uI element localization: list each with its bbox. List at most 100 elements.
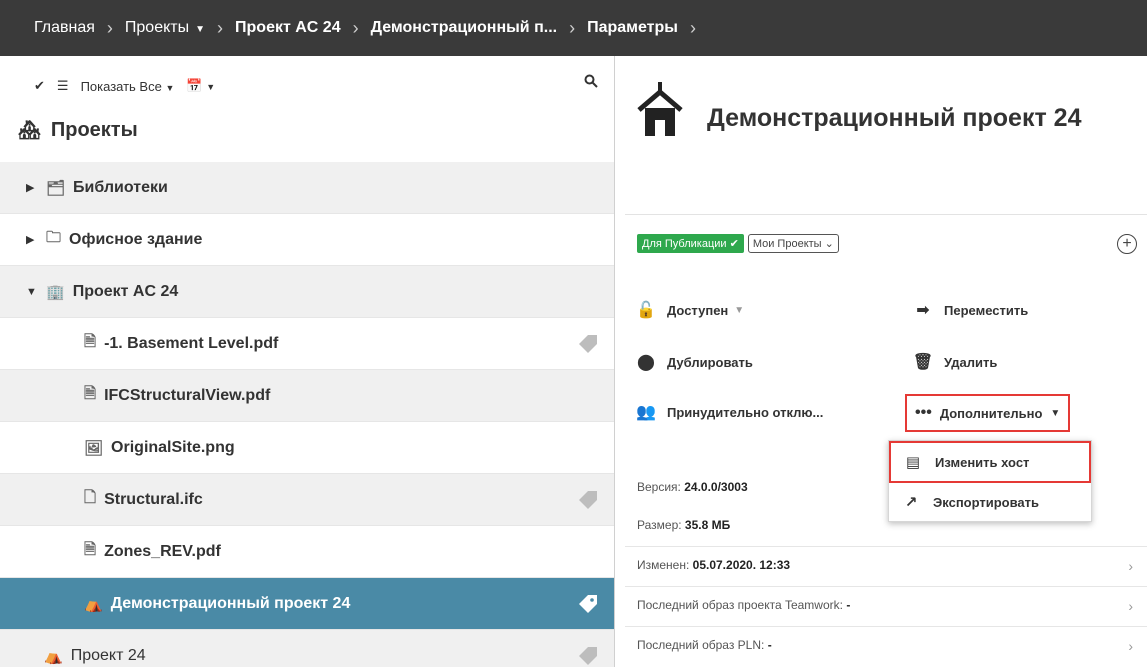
breadcrumb-separator: › <box>106 17 113 38</box>
unlock-icon: 🔓 <box>636 302 656 319</box>
caret-down-icon: ▼ <box>165 82 175 93</box>
add-tag-button[interactable]: + <box>1117 234 1137 254</box>
trash-icon: 🗑 <box>912 354 934 371</box>
tree-row-demo-selected[interactable]: ⛺ Демонстрационный проект 24 <box>0 578 614 630</box>
server-icon: ▤ <box>905 454 921 471</box>
tree-row-file[interactable]: 🗋 Structural.ifc <box>0 474 614 526</box>
menu-item-export[interactable]: ↗ Экспортировать <box>889 483 1091 521</box>
tag-icon[interactable] <box>578 646 598 666</box>
tree-row-project24[interactable]: ⛺ Проект 24 <box>0 630 614 667</box>
tree-row-label: -1. Basement Level.pdf <box>104 334 279 352</box>
filter-chip[interactable]: Мои Проекты ⌄ <box>747 234 839 253</box>
modified-value: 05.07.2020. 12:33 <box>692 558 791 572</box>
show-all-filter[interactable]: Показать Все ▼ <box>81 79 175 94</box>
version-value: 24.0.0/3003 <box>684 480 748 494</box>
search-icon[interactable] <box>584 74 598 93</box>
size-info: Размер: 35.8 МБ <box>637 518 730 532</box>
caret-down-icon: ▼ <box>1050 407 1061 419</box>
menu-item-label: Экспортировать <box>933 494 1040 510</box>
check-icon[interactable]: ✔ <box>34 78 45 94</box>
library-folder-icon: 🗂 <box>46 179 66 197</box>
hut-icon: ⛺ <box>84 595 103 613</box>
tree-row-label: Проект 24 <box>70 646 146 664</box>
tree-row-label: Проект AC 24 <box>72 282 179 300</box>
tree-row-libraries[interactable]: ▶ 🗂 Библиотеки <box>0 162 614 214</box>
caret-down-icon: ▼ <box>206 82 216 92</box>
breadcrumb-params[interactable]: Параметры <box>587 19 678 37</box>
users-icon: 👥 <box>636 404 656 421</box>
projects-header-label: Проекты <box>50 118 138 141</box>
caret-down-icon: ▼ <box>734 304 745 316</box>
divider <box>625 586 1147 587</box>
tree-row-project-ac24[interactable]: ▼ 🏢 Проект AC 24 <box>0 266 614 318</box>
delete-button[interactable]: 🗑 Удалить <box>912 352 998 372</box>
arrow-right-icon: ➡ <box>916 302 930 319</box>
breadcrumb: Главная › Проекты ▼ › Проект AC 24 › Демо… <box>0 0 1147 56</box>
modified-info[interactable]: Изменен: 05.07.2020. 12:33 <box>637 558 1127 572</box>
tree-row-file[interactable]: 🖼 OriginalSite.png <box>0 422 614 474</box>
pln-label: Последний образ PLN: <box>637 638 765 652</box>
menu-item-change-host[interactable]: ▤ Изменить хост <box>889 441 1091 483</box>
tree-row-label: OriginalSite.png <box>111 438 235 456</box>
available-label: Доступен <box>667 302 729 318</box>
status-chip[interactable]: Для Публикации ✔ <box>637 234 744 253</box>
force-disconnect-button[interactable]: 👥 Принудительно отклю... <box>635 402 823 422</box>
tree-row-file[interactable]: 🗎 -1. Basement Level.pdf <box>0 318 614 370</box>
duplicate-button[interactable]: ⬤ Дублировать <box>635 352 753 372</box>
breadcrumb-demo[interactable]: Демонстрационный п... <box>371 19 557 37</box>
chevron-right-icon[interactable]: › <box>1128 638 1133 654</box>
tree-toolbar: ✔ ☰ Показать Все ▼ 📅 ▼ <box>0 56 614 116</box>
tree-row-label: IFCStructuralView.pdf <box>104 386 271 404</box>
building-icon: 🏢 <box>46 283 65 301</box>
size-value: 35.8 МБ <box>684 518 731 532</box>
tree-row-file[interactable]: 🗎 IFCStructuralView.pdf <box>0 370 614 422</box>
teamwork-value: - <box>846 598 851 612</box>
menu-icon[interactable]: ☰ <box>57 78 69 94</box>
version-info: Версия: 24.0.0/3003 <box>637 480 748 494</box>
chevron-right-icon[interactable]: › <box>1128 558 1133 574</box>
force-label: Принудительно отклю... <box>667 404 824 420</box>
expand-arrow-icon[interactable]: ▶ <box>26 181 46 194</box>
calendar-filter[interactable]: 📅 ▼ <box>186 78 215 94</box>
expand-arrow-icon[interactable]: ▶ <box>26 233 46 246</box>
teamwork-label: Последний образ проекта Teamwork: <box>637 598 843 612</box>
project-hut-icon <box>637 82 683 136</box>
more-button[interactable]: ••• Дополнительно ▼ <box>904 394 1071 432</box>
breadcrumb-home[interactable]: Главная <box>34 19 95 37</box>
tree-row-label: Офисное здание <box>69 230 203 248</box>
project-tree-pane: ✔ ☰ Показать Все ▼ 📅 ▼ 🏘 Проекты ▶ 🗂 Биб… <box>0 56 614 667</box>
pln-value: - <box>767 638 772 652</box>
tag-icon[interactable] <box>578 334 598 354</box>
duplicate-icon: ⬤ <box>637 354 655 371</box>
ellipsis-icon: ••• <box>915 404 932 421</box>
show-all-label: Показать Все <box>80 78 162 94</box>
tag-icon[interactable] <box>578 594 598 614</box>
tree-row-file[interactable]: 🗎 Zones_REV.pdf <box>0 526 614 578</box>
status-chip-label: Для Публикации <box>642 238 727 250</box>
chips: Для Публикации ✔ Мои Проекты ⌄ <box>637 234 839 253</box>
breadcrumb-projects[interactable]: Проекты ▼ <box>125 19 205 37</box>
more-dropdown-menu: ▤ Изменить хост ↗ Экспортировать <box>888 440 1092 522</box>
chevron-right-icon[interactable]: › <box>1128 598 1133 614</box>
pln-info[interactable]: Последний образ PLN: - <box>637 638 772 652</box>
projects-header: 🏘 Проекты <box>0 110 614 150</box>
teamwork-info[interactable]: Последний образ проекта Teamwork: - <box>637 598 850 612</box>
tree-row-label: Библиотеки <box>73 178 168 196</box>
size-label: Размер: <box>637 518 682 532</box>
duplicate-label: Дублировать <box>667 354 753 370</box>
move-button[interactable]: ➡ Переместить <box>912 300 1028 320</box>
pdf-file-icon: 🗎 <box>84 541 97 558</box>
collapse-arrow-icon[interactable]: ▼ <box>26 286 46 298</box>
image-file-icon: 🖼 <box>84 439 104 457</box>
tree-row-label: Демонстрационный проект 24 <box>110 594 351 612</box>
pdf-file-icon: 🗎 <box>84 385 97 402</box>
tree-row-label: Structural.ifc <box>104 490 203 508</box>
available-button[interactable]: 🔓 Доступен ▼ <box>635 300 744 320</box>
breadcrumb-separator: › <box>217 17 224 38</box>
move-label: Переместить <box>944 302 1029 318</box>
file-icon: 🗋 <box>84 489 97 506</box>
breadcrumb-project[interactable]: Проект AC 24 <box>235 19 341 37</box>
breadcrumb-projects-label: Проекты <box>124 19 190 36</box>
tag-icon[interactable] <box>578 490 598 510</box>
tree-row-office[interactable]: ▶ 🗀 Офисное здание <box>0 214 614 266</box>
